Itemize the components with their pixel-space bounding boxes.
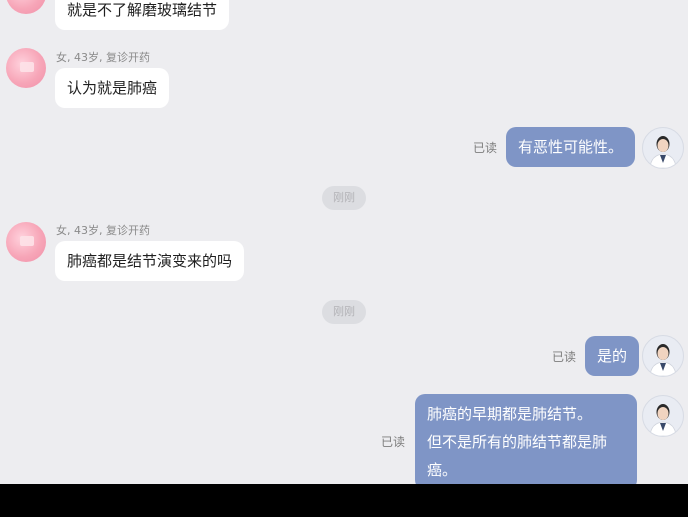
patient-message: 肺癌都是结节演变来的吗 [55, 241, 245, 281]
patient-meta: 女, 43岁, 复诊开药 [56, 51, 150, 64]
avatar-blur [20, 62, 34, 72]
bottom-black-bar [0, 484, 688, 517]
patient-avatar[interactable] [6, 48, 46, 88]
message-line: 癌。 [427, 461, 458, 479]
doctor-avatar-icon [649, 344, 677, 376]
doctor-avatar[interactable] [642, 335, 684, 377]
patient-meta: 女, 43岁, 复诊开药 [56, 224, 150, 237]
read-status: 已读 [473, 141, 498, 155]
doctor-message: 是的 [585, 336, 640, 376]
doctor-message: 肺癌的早期都是肺结节。 但不是所有的肺结节都是肺 癌。 [415, 394, 637, 484]
read-status: 已读 [381, 435, 406, 449]
message-line: 但不是所有的肺结节都是肺 [427, 433, 608, 451]
avatar-blur [20, 236, 34, 246]
message-line: 肺癌的早期都是肺结节。 [427, 405, 593, 423]
patient-message: 认为就是肺癌 [55, 68, 170, 108]
read-status: 已读 [552, 350, 577, 364]
doctor-avatar[interactable] [642, 395, 684, 437]
patient-avatar[interactable] [6, 0, 46, 14]
doctor-avatar[interactable] [642, 127, 684, 169]
patient-message: 就是不了解磨玻璃结节 [55, 0, 230, 30]
chat-area[interactable]: 就是不了解磨玻璃结节 女, 43岁, 复诊开药 认为就是肺癌 已读 有恶性可能性… [0, 0, 688, 484]
patient-avatar[interactable] [6, 222, 46, 262]
timestamp-pill: 刚刚 [322, 300, 366, 324]
doctor-avatar-icon [649, 136, 677, 168]
doctor-avatar-icon [649, 404, 677, 436]
timestamp-pill: 刚刚 [322, 186, 366, 210]
doctor-message: 有恶性可能性。 [506, 127, 636, 167]
